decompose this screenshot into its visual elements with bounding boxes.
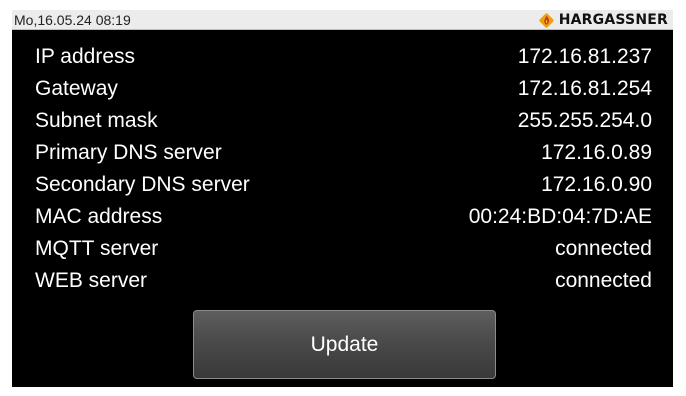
info-row-gateway: Gateway 172.16.81.254 bbox=[12, 73, 673, 105]
info-row-web-server: WEB server connected bbox=[12, 265, 673, 297]
datetime: Mo,16.05.24 08:19 bbox=[14, 12, 131, 28]
info-label: Secondary DNS server bbox=[35, 173, 250, 196]
info-value: connected bbox=[555, 237, 652, 260]
brand-name: HARGASSNER bbox=[558, 12, 668, 28]
info-value: 172.16.81.254 bbox=[517, 77, 652, 100]
info-value: 172.16.0.90 bbox=[541, 173, 652, 196]
info-row-primary-dns: Primary DNS server 172.16.0.89 bbox=[12, 137, 673, 169]
info-label: Primary DNS server bbox=[35, 141, 222, 164]
status-bar: Mo,16.05.24 08:19 HARGASSNER bbox=[12, 10, 673, 30]
info-label: MQTT server bbox=[35, 237, 159, 260]
update-button[interactable]: Update bbox=[193, 310, 496, 379]
info-row-mac-address: MAC address 00:24:BD:04:7D:AE bbox=[12, 201, 673, 233]
info-label: Gateway bbox=[35, 77, 118, 100]
info-row-secondary-dns: Secondary DNS server 172.16.0.90 bbox=[12, 169, 673, 201]
info-label: WEB server bbox=[35, 269, 148, 292]
info-value: 172.16.0.89 bbox=[541, 141, 652, 164]
info-value: connected bbox=[555, 269, 652, 292]
device-screen: Mo,16.05.24 08:19 HARGASSNER IP address … bbox=[12, 10, 673, 387]
hargassner-flame-logo-icon bbox=[539, 12, 554, 28]
info-row-ip-address: IP address 172.16.81.237 bbox=[12, 41, 673, 73]
info-label: MAC address bbox=[35, 205, 163, 228]
network-info-list: IP address 172.16.81.237 Gateway 172.16.… bbox=[12, 41, 673, 297]
brand-logo: HARGASSNER bbox=[538, 11, 668, 29]
info-label: IP address bbox=[35, 45, 136, 68]
info-label: Subnet mask bbox=[35, 109, 158, 132]
info-row-subnet-mask: Subnet mask 255.255.254.0 bbox=[12, 105, 673, 137]
info-value: 255.255.254.0 bbox=[517, 109, 652, 132]
info-row-mqtt-server: MQTT server connected bbox=[12, 233, 673, 265]
info-value: 00:24:BD:04:7D:AE bbox=[468, 205, 652, 228]
update-button-label: Update bbox=[310, 332, 379, 356]
info-value: 172.16.81.237 bbox=[517, 45, 652, 68]
